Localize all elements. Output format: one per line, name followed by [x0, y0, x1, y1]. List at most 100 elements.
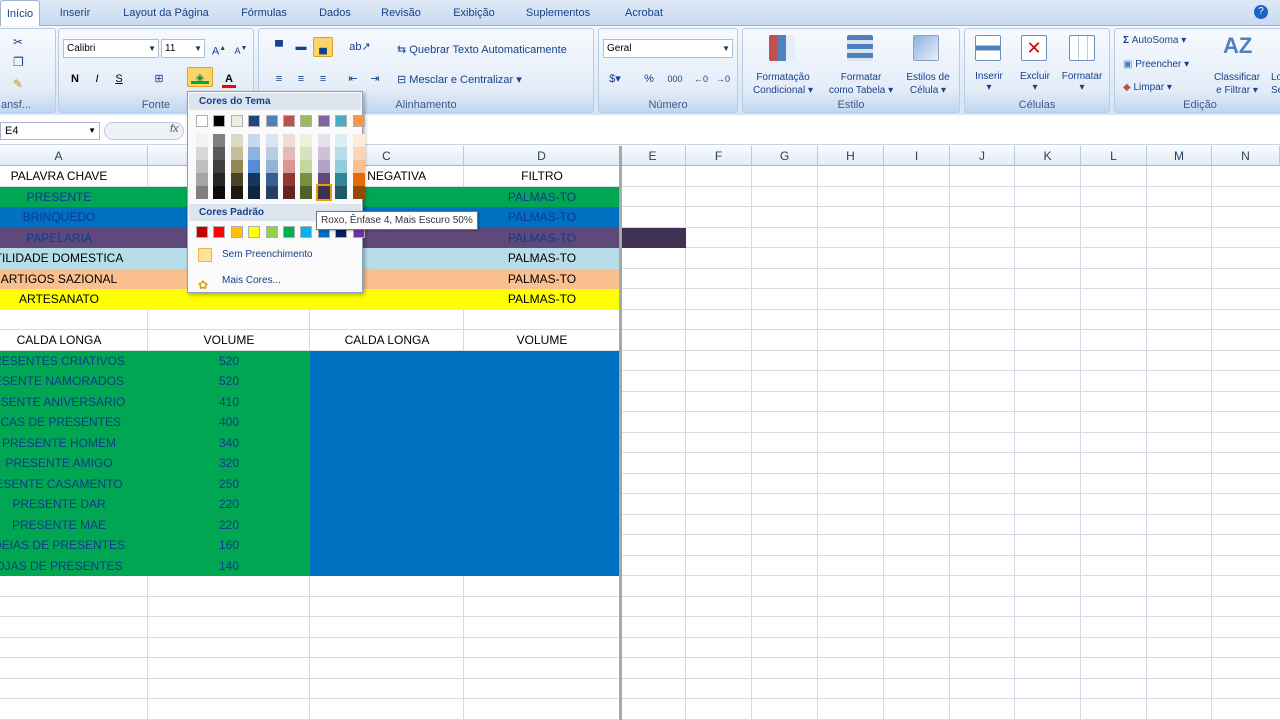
standard-swatch[interactable]	[283, 226, 295, 238]
header-cell[interactable]: VOLUME	[464, 330, 620, 351]
theme-shade-swatch[interactable]	[196, 186, 208, 199]
format-button[interactable]: Formatar ▾	[1057, 71, 1107, 93]
long-tail-volume[interactable]: 520	[148, 371, 310, 392]
blue-fill[interactable]	[310, 494, 620, 515]
column-header-a[interactable]: A	[0, 146, 148, 166]
keyword-cell[interactable]: PAPELARIA	[0, 228, 148, 249]
keyword-cell[interactable]: PRESENTE	[0, 187, 148, 208]
theme-shade-swatch[interactable]	[230, 160, 243, 173]
blue-fill[interactable]	[310, 535, 620, 556]
theme-shade-swatch[interactable]	[300, 147, 313, 160]
long-tail-keyword[interactable]: OJAS DE PRESENTES	[0, 556, 148, 577]
cell-styles-button[interactable]: Estilos de Célula ▾	[899, 71, 957, 97]
align-bottom-icon[interactable]: ▄	[313, 37, 333, 57]
tab-exibicao[interactable]: Exibição	[442, 0, 506, 26]
name-box[interactable]: E4 ▼	[0, 122, 100, 140]
blue-fill[interactable]	[310, 555, 620, 576]
delete-button[interactable]: Excluir ▾	[1013, 71, 1057, 93]
theme-swatch[interactable]	[335, 115, 348, 127]
theme-shade-swatch[interactable]	[335, 134, 348, 147]
blue-fill[interactable]	[310, 432, 620, 453]
theme-shade-swatch[interactable]	[352, 173, 365, 186]
theme-shade-swatch[interactable]	[300, 134, 313, 147]
theme-shade-swatch[interactable]	[230, 186, 243, 199]
theme-shade-swatch[interactable]	[230, 134, 243, 147]
column-header-d[interactable]: D	[464, 146, 620, 166]
font-size-dropdown[interactable]: 11 ▼	[161, 39, 205, 58]
theme-shade-swatch[interactable]	[335, 147, 348, 160]
column-header-i[interactable]: I	[884, 146, 950, 166]
autosum-button[interactable]: Σ AutoSoma ▾	[1123, 35, 1186, 46]
filter-cell[interactable]: PALMAS-TO	[464, 207, 620, 228]
theme-shade-swatch[interactable]	[213, 147, 226, 160]
theme-shade-swatch[interactable]	[265, 160, 278, 173]
merge-center-button[interactable]: ⊟ Mesclar e Centralizar ▾	[397, 73, 522, 86]
column-header-g[interactable]: G	[752, 146, 818, 166]
percent-button[interactable]: %	[639, 69, 659, 89]
theme-shade-swatch[interactable]	[300, 173, 313, 186]
fill-color-button[interactable]: ◈	[187, 67, 213, 87]
header-cell[interactable]: FILTRO	[464, 166, 620, 187]
blue-fill[interactable]	[310, 473, 620, 494]
theme-shade-swatch[interactable]	[283, 186, 295, 199]
find-select-button[interactable]: Lo Se	[1271, 71, 1280, 97]
sort-filter-button[interactable]: Classificar e Filtrar ▾	[1207, 71, 1267, 97]
increase-decimal-icon[interactable]: ←0	[691, 69, 711, 89]
theme-shade-swatch[interactable]	[265, 186, 278, 199]
standard-swatch[interactable]	[300, 226, 313, 238]
keyword-cell[interactable]: TILIDADE DOMESTICA	[0, 248, 148, 269]
header-cell[interactable]: VOLUME	[148, 330, 310, 351]
orientation-icon[interactable]: ab↗	[345, 37, 375, 57]
theme-swatch[interactable]	[352, 115, 365, 127]
blue-fill[interactable]	[310, 371, 620, 392]
long-tail-volume[interactable]: 140	[148, 556, 310, 577]
window-split-bar[interactable]	[619, 146, 622, 720]
theme-shade-swatch[interactable]	[352, 186, 365, 199]
theme-shade-swatch[interactable]	[230, 147, 243, 160]
theme-swatch[interactable]	[230, 115, 243, 127]
theme-shade-swatch[interactable]	[265, 173, 278, 186]
column-header-h[interactable]: H	[818, 146, 884, 166]
long-tail-volume[interactable]: 220	[148, 515, 310, 536]
theme-shade-swatch[interactable]	[213, 186, 226, 199]
theme-shade-swatch[interactable]	[265, 147, 278, 160]
header-cell[interactable]: PALAVRA CHAVE	[0, 166, 148, 187]
cut-icon[interactable]: ✂	[13, 35, 23, 49]
theme-swatch[interactable]	[300, 115, 313, 127]
long-tail-volume[interactable]: 520	[148, 351, 310, 372]
clear-button[interactable]: ◆ Limpar ▾	[1123, 82, 1172, 93]
blue-fill[interactable]	[310, 453, 620, 474]
fill-button[interactable]: ▣ Preencher ▾	[1123, 59, 1189, 70]
borders-icon[interactable]: ⊞	[149, 69, 169, 89]
decrease-decimal-icon[interactable]: →0	[713, 69, 733, 89]
long-tail-keyword[interactable]: ICAS DE PRESENTES	[0, 412, 148, 433]
long-tail-volume[interactable]: 220	[148, 494, 310, 515]
long-tail-keyword[interactable]: PRESENTE MAE	[0, 515, 148, 536]
tab-suplementos[interactable]: Suplementos	[516, 0, 600, 26]
header-cell[interactable]: CALDA LONGA	[310, 330, 464, 351]
long-tail-keyword[interactable]: PRESENTE AMIGO	[0, 453, 148, 474]
theme-shade-swatch[interactable]	[315, 184, 332, 201]
theme-shade-swatch[interactable]	[248, 173, 261, 186]
theme-shade-swatch[interactable]	[352, 147, 365, 160]
long-tail-keyword[interactable]: ESENTE NAMORADOS	[0, 371, 148, 392]
theme-shade-swatch[interactable]	[335, 173, 348, 186]
fx-icon[interactable]: fx	[170, 123, 179, 135]
filter-cell[interactable]: PALMAS-TO	[464, 269, 620, 290]
long-tail-volume[interactable]: 250	[148, 474, 310, 495]
conditional-format-button[interactable]: Formatação Condicional ▾	[745, 71, 821, 97]
theme-shade-swatch[interactable]	[283, 134, 295, 147]
tab-inicio[interactable]: Início	[0, 0, 40, 27]
column-header-j[interactable]: J	[950, 146, 1015, 166]
theme-shade-swatch[interactable]	[335, 160, 348, 173]
thousands-button[interactable]: 000	[663, 69, 687, 89]
blue-fill[interactable]	[310, 412, 620, 433]
selected-cell-e4[interactable]	[620, 227, 686, 248]
column-header-e[interactable]: E	[620, 146, 686, 166]
no-fill-item[interactable]: Sem Preenchimento	[190, 244, 360, 266]
underline-button[interactable]: S	[109, 69, 129, 89]
theme-shade-swatch[interactable]	[317, 134, 330, 147]
keyword-cell[interactable]: ARTESANATO	[0, 289, 148, 310]
theme-shade-swatch[interactable]	[317, 147, 330, 160]
increase-indent-icon[interactable]: ⇥	[365, 69, 385, 89]
